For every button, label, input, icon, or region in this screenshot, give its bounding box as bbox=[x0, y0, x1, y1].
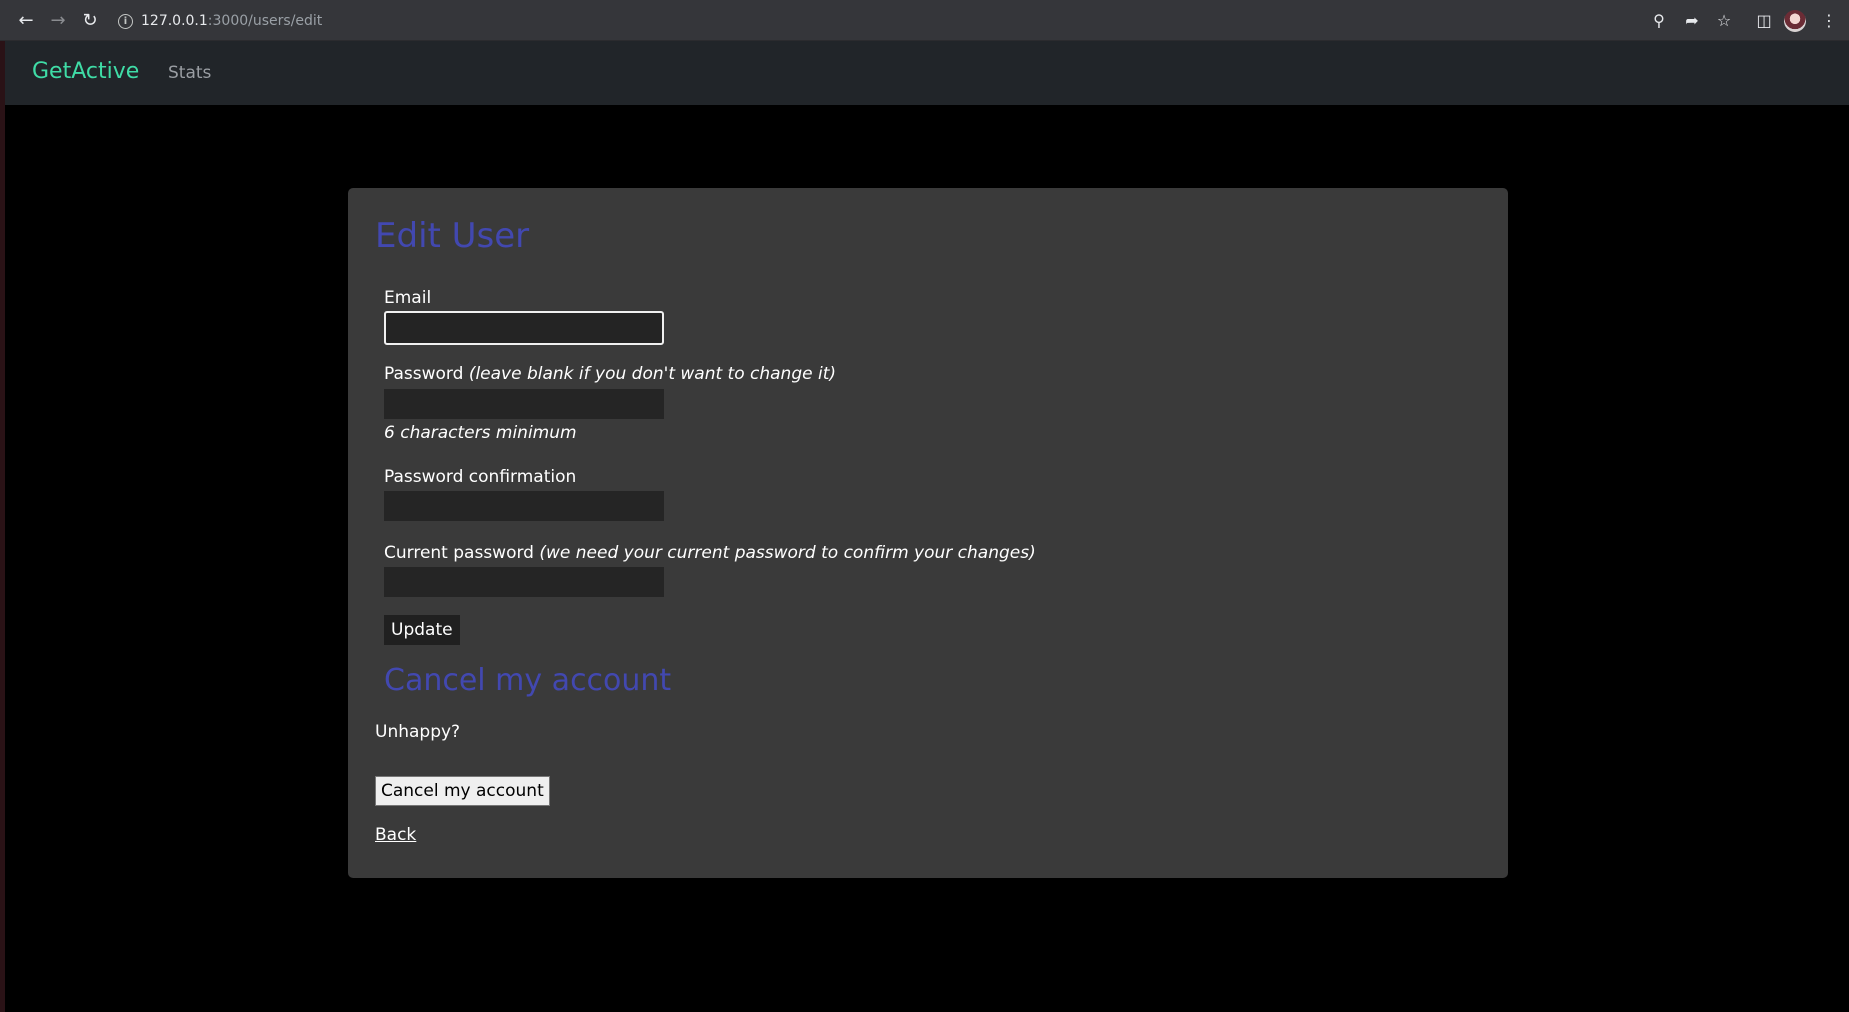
nav-link-stats[interactable]: Stats bbox=[168, 63, 211, 83]
current-password-hint: (we need your current password to confir… bbox=[539, 543, 1036, 563]
window-edge bbox=[0, 0, 5, 1012]
email-field[interactable] bbox=[384, 311, 664, 345]
page-title: Edit User bbox=[375, 216, 530, 256]
password-hint: (leave blank if you don't want to change… bbox=[468, 364, 837, 384]
update-button[interactable]: Update bbox=[384, 615, 460, 645]
back-link[interactable]: Back bbox=[375, 825, 416, 845]
password-label-row: Password (leave blank if you don't want … bbox=[384, 364, 836, 384]
side-panel-icon[interactable]: ◫ bbox=[1753, 10, 1775, 32]
cancel-account-heading: Cancel my account bbox=[384, 663, 672, 698]
password-field[interactable] bbox=[384, 389, 664, 419]
password-confirmation-field[interactable] bbox=[384, 491, 664, 521]
password-min-hint: 6 characters minimum bbox=[384, 423, 577, 443]
url-host: 127.0.0.1 bbox=[141, 13, 208, 29]
menu-kebab-icon[interactable]: ⋮ bbox=[1818, 10, 1840, 32]
unhappy-text: Unhappy? bbox=[375, 722, 461, 742]
current-password-label: Current password bbox=[384, 543, 534, 563]
zoom-icon[interactable]: ⚲ bbox=[1648, 10, 1670, 32]
url-path: :3000/users/edit bbox=[207, 13, 323, 29]
current-password-field[interactable] bbox=[384, 567, 664, 597]
site-navbar: GetActive Stats bbox=[5, 41, 1849, 105]
cancel-account-button[interactable]: Cancel my account bbox=[375, 776, 550, 806]
back-arrow-icon[interactable]: ← bbox=[15, 10, 37, 32]
password-label: Password bbox=[384, 364, 464, 384]
brand-link[interactable]: GetActive bbox=[32, 59, 139, 84]
address-bar[interactable]: i 127.0.0.1:3000/users/edit bbox=[118, 9, 322, 33]
edit-user-card: Edit User Email Password (leave blank if… bbox=[348, 188, 1508, 878]
forward-arrow-icon[interactable]: → bbox=[47, 10, 69, 32]
browser-toolbar: ← → ↻ i 127.0.0.1:3000/users/edit ⚲ ➦ ☆ … bbox=[0, 0, 1849, 41]
url-text[interactable]: 127.0.0.1:3000/users/edit bbox=[141, 13, 322, 29]
share-icon[interactable]: ➦ bbox=[1681, 10, 1703, 32]
profile-avatar[interactable] bbox=[1784, 10, 1806, 32]
email-label: Email bbox=[384, 288, 432, 308]
reload-icon[interactable]: ↻ bbox=[79, 10, 101, 32]
bookmark-star-icon[interactable]: ☆ bbox=[1713, 10, 1735, 32]
current-password-label-row: Current password (we need your current p… bbox=[384, 543, 1036, 563]
password-confirmation-label: Password confirmation bbox=[384, 467, 577, 487]
info-icon[interactable]: i bbox=[118, 13, 133, 29]
